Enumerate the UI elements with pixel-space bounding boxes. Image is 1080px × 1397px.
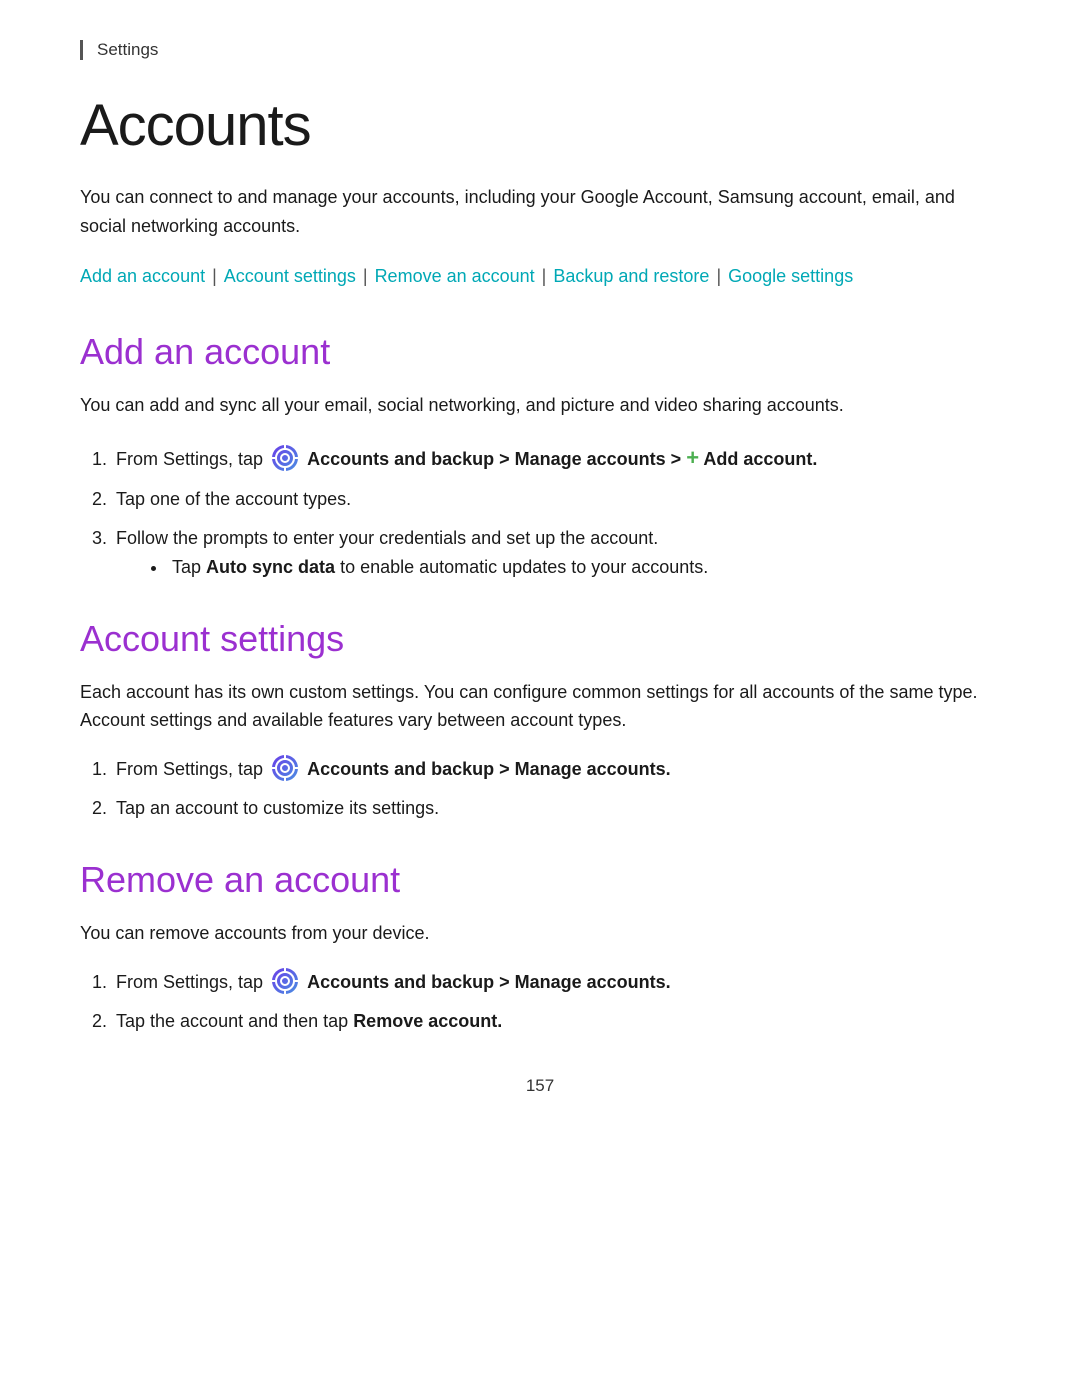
intro-text: You can connect to and manage your accou…	[80, 183, 1000, 241]
step1-text-before: From Settings, tap	[116, 449, 268, 469]
settings-step-2: Tap an account to customize its settings…	[112, 794, 1000, 823]
section-desc-settings: Each account has its own custom settings…	[80, 678, 1000, 736]
plus-icon: +	[686, 445, 699, 470]
nav-link-add[interactable]: Add an account	[80, 266, 205, 286]
nav-link-google[interactable]: Google settings	[728, 266, 853, 286]
section-account-settings: Account settings Each account has its ow…	[80, 618, 1000, 824]
remove-step1-bold: Accounts and backup > Manage accounts.	[307, 972, 671, 992]
remove-step-2: Tap the account and then tap Remove acco…	[112, 1007, 1000, 1036]
remove-step2-plain: Tap the account and then tap	[116, 1011, 353, 1031]
accounts-backup-icon-2	[271, 754, 299, 782]
section-desc-add: You can add and sync all your email, soc…	[80, 391, 1000, 420]
page-title: Accounts	[80, 92, 1000, 159]
autosync-bold: Auto sync data	[206, 557, 335, 577]
bullet-autosync: Tap Auto sync data to enable automatic u…	[168, 553, 1000, 582]
section-title-remove: Remove an account	[80, 859, 1000, 901]
step1-bold-text: Accounts and backup > Manage accounts >	[307, 449, 686, 469]
section-title-settings: Account settings	[80, 618, 1000, 660]
nav-link-backup[interactable]: Backup and restore	[553, 266, 709, 286]
step1-add-account: Add account.	[699, 449, 817, 469]
settings-step1-bold: Accounts and backup > Manage accounts.	[307, 759, 671, 779]
separator-3: |	[537, 266, 552, 286]
add-account-steps: From Settings, tap	[112, 440, 1000, 582]
nav-links: Add an account | Account settings | Remo…	[80, 261, 1000, 292]
separator-2: |	[358, 266, 373, 286]
section-remove-account: Remove an account You can remove account…	[80, 859, 1000, 1036]
add-step-3-bullets: Tap Auto sync data to enable automatic u…	[168, 553, 1000, 582]
breadcrumb: Settings	[80, 40, 1000, 60]
step2-text: Tap one of the account types.	[116, 489, 351, 509]
account-settings-steps: From Settings, tap	[112, 755, 1000, 823]
accounts-backup-icon-3	[271, 967, 299, 995]
add-step-1: From Settings, tap	[112, 440, 1000, 475]
section-add-account: Add an account You can add and sync all …	[80, 331, 1000, 581]
settings-step1-before: From Settings, tap	[116, 759, 268, 779]
remove-step1-before: From Settings, tap	[116, 972, 268, 992]
separator-1: |	[207, 266, 222, 286]
accounts-and-backup-icon	[271, 444, 299, 472]
settings-step2-text: Tap an account to customize its settings…	[116, 798, 439, 818]
page-number: 157	[80, 1076, 1000, 1096]
separator-4: |	[711, 266, 726, 286]
add-step-2: Tap one of the account types.	[112, 485, 1000, 514]
section-desc-remove: You can remove accounts from your device…	[80, 919, 1000, 948]
settings-text: Settings	[97, 40, 158, 59]
remove-account-bold: Remove account.	[353, 1011, 502, 1031]
nav-link-settings[interactable]: Account settings	[224, 266, 356, 286]
page-container: Settings Accounts You can connect to and…	[0, 0, 1080, 1397]
section-title-add: Add an account	[80, 331, 1000, 373]
step3-text: Follow the prompts to enter your credent…	[116, 528, 658, 548]
add-step-3: Follow the prompts to enter your credent…	[112, 524, 1000, 582]
nav-link-remove[interactable]: Remove an account	[375, 266, 535, 286]
settings-step-1: From Settings, tap	[112, 755, 1000, 784]
remove-step-1: From Settings, tap	[112, 968, 1000, 997]
remove-account-steps: From Settings, tap	[112, 968, 1000, 1036]
